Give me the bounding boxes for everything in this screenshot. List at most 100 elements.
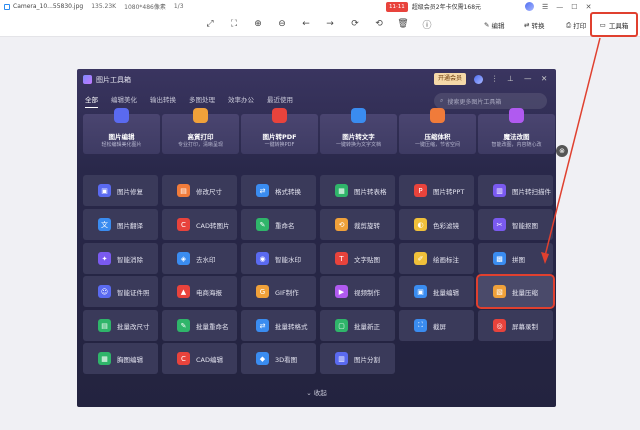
feature-card[interactable]: 高質打印 专业打印，清晰呈现 bbox=[162, 108, 239, 154]
feature-card-icon bbox=[193, 108, 208, 123]
delete-icon[interactable]: 🗑 bbox=[396, 17, 410, 31]
tab-recent[interactable]: 最近使用 bbox=[267, 93, 293, 108]
tool-tile[interactable]: ✎ 重命名 bbox=[241, 209, 316, 240]
tool-tile[interactable]: ✎ 批量重命名 bbox=[162, 310, 237, 341]
tool-tile[interactable]: ▶ 视频制作 bbox=[320, 276, 395, 307]
feature-card[interactable]: 压缩体积 一键压缩，节省空间 bbox=[399, 108, 476, 154]
convert-icon: ⇄ bbox=[524, 21, 530, 29]
tool-tile[interactable]: ⇄ 格式转换 bbox=[241, 175, 316, 206]
tool-tile[interactable]: T 文字贴图 bbox=[320, 243, 395, 274]
search-input[interactable]: ⌕ 搜索更多图片工具箱 bbox=[434, 93, 547, 109]
menu-icon[interactable]: ☰ bbox=[542, 3, 548, 11]
tool-label: 色彩滤镜 bbox=[433, 221, 459, 230]
tool-label: 屏幕录制 bbox=[512, 322, 538, 331]
search-icon: ⌕ bbox=[440, 97, 444, 104]
tool-tile[interactable]: ▦ 图片转表格 bbox=[320, 175, 395, 206]
feature-card[interactable]: 图片转文字 一键转换为文字文档 bbox=[320, 108, 397, 154]
tool-tile[interactable]: ▲ 电商海报 bbox=[162, 276, 237, 307]
tool-tile[interactable]: ◈ 去水印 bbox=[162, 243, 237, 274]
dialog-minimize-icon[interactable]: — bbox=[524, 74, 532, 83]
close-icon[interactable]: ✕ bbox=[586, 3, 592, 11]
tab-multi[interactable]: 多图处理 bbox=[189, 93, 215, 108]
feature-card[interactable]: 图片编辑 轻松编辑美化图片 bbox=[83, 108, 160, 154]
tool-tile[interactable]: ✂ 智能抠图 bbox=[478, 209, 553, 240]
actual-size-icon[interactable]: ⛶ bbox=[227, 17, 241, 31]
toolbox-logo-icon bbox=[83, 75, 92, 84]
tool-icon: ▢ bbox=[335, 319, 348, 332]
tool-tile[interactable]: ⟲ 裁剪旋转 bbox=[320, 209, 395, 240]
tool-label: 修改尺寸 bbox=[196, 187, 222, 196]
fit-icon[interactable]: ⤢ bbox=[203, 17, 217, 31]
zoom-out-icon[interactable]: ⊖ bbox=[275, 17, 289, 31]
promo-banner[interactable]: 11·11 超级会员2年卡仅需168元 bbox=[386, 0, 481, 13]
feature-card[interactable]: 图片转PDF 一键转换PDF bbox=[241, 108, 318, 154]
rotate-icon[interactable]: ⟳ bbox=[348, 17, 362, 31]
tool-tile[interactable]: ▩ 拼图 bbox=[478, 243, 553, 274]
tool-tile[interactable]: ✐ 绘画标注 bbox=[399, 243, 474, 274]
tool-tile[interactable]: ⛶ 截屏 bbox=[399, 310, 474, 341]
edit-button[interactable]: ✎ 编辑 bbox=[484, 20, 504, 30]
tool-label: 3D看图 bbox=[275, 355, 298, 364]
tool-tile[interactable]: ☺ 智能证件照 bbox=[83, 276, 158, 307]
tool-tile[interactable]: 文图片翻译 bbox=[83, 209, 158, 240]
tab-office[interactable]: 效率办公 bbox=[228, 93, 254, 108]
tool-tile[interactable]: ◉ 智能水印 bbox=[241, 243, 316, 274]
print-button[interactable]: ⎙ 打印 bbox=[566, 20, 586, 31]
tool-tile[interactable]: G GIF制作 bbox=[241, 276, 316, 307]
tool-label: 去水印 bbox=[196, 255, 216, 264]
tab-all[interactable]: 全部 bbox=[85, 93, 98, 108]
toolbox-dialog: 图片工具箱 开通会员 ⋮ ⊥ — ✕ 全部 编辑美化 输出转换 多图处理 效率办… bbox=[77, 69, 556, 407]
dialog-tabs: 全部 编辑美化 输出转换 多图处理 效率办公 最近使用 bbox=[85, 93, 293, 108]
edit-icon: ✎ bbox=[484, 21, 490, 29]
tool-tile[interactable]: ◆ 3D看图 bbox=[241, 343, 316, 374]
tool-icon: ⛶ bbox=[414, 319, 427, 332]
minimize-icon[interactable]: — bbox=[556, 3, 563, 11]
tool-tile[interactable]: ▥ 图片转扫描件 bbox=[478, 175, 553, 206]
pin-icon[interactable]: ⊥ bbox=[507, 74, 514, 83]
feature-card[interactable]: 魔法改图 智能改图，内容随心改 bbox=[478, 108, 555, 154]
info-icon[interactable]: ⓘ bbox=[420, 17, 434, 31]
tool-tile[interactable]: ◎ 屏幕录制 bbox=[478, 310, 553, 341]
collapse-button[interactable]: ⌄ 收起 bbox=[77, 387, 556, 397]
convert-button[interactable]: ⇄ 转换 bbox=[524, 20, 544, 30]
tab-edit[interactable]: 编辑美化 bbox=[111, 93, 137, 108]
tool-tile[interactable]: C CAD编辑 bbox=[162, 343, 237, 374]
tool-tile[interactable]: ⇄ 批量转格式 bbox=[241, 310, 316, 341]
tool-tile[interactable]: ▢ 批量新正 bbox=[320, 310, 395, 341]
toolbox-button[interactable]: ▭ 工具箱 bbox=[590, 12, 638, 37]
prev-icon[interactable]: ← bbox=[299, 17, 313, 31]
tool-tile[interactable]: ▥ 图片分割 bbox=[320, 343, 395, 374]
tool-tile[interactable]: ▣ 批量编辑 bbox=[399, 276, 474, 307]
tool-tile[interactable]: ▣ 图片修复 bbox=[83, 175, 158, 206]
tool-icon: ▣ bbox=[98, 184, 111, 197]
zoom-in-icon[interactable]: ⊕ bbox=[251, 17, 265, 31]
tool-tile[interactable]: ✦ 智能消除 bbox=[83, 243, 158, 274]
maximize-icon[interactable]: ☐ bbox=[571, 3, 577, 11]
tool-tile[interactable]: ◐ 色彩滤镜 bbox=[399, 209, 474, 240]
tool-label: 裁剪旋转 bbox=[354, 221, 380, 230]
avatar[interactable] bbox=[525, 2, 534, 11]
tool-icon: ▤ bbox=[177, 184, 190, 197]
tab-convert[interactable]: 输出转换 bbox=[150, 93, 176, 108]
dialog-close-icon[interactable]: ✕ bbox=[541, 74, 547, 83]
tool-tile[interactable]: C CAD转图片 bbox=[162, 209, 237, 240]
dialog-title: 图片工具箱 bbox=[96, 75, 131, 84]
tool-label: 图片转表格 bbox=[354, 187, 387, 196]
drag-handle-icon[interactable]: ⊗ bbox=[556, 145, 568, 157]
tool-tile[interactable]: ▧ 批量压缩 bbox=[476, 274, 555, 309]
tool-icon: C bbox=[177, 352, 190, 365]
tool-icon: ☺ bbox=[98, 285, 111, 298]
main-toolbar: ⤢ ⛶ ⊕ ⊖ ← → ⟳ ⟲ 🗑 ⓘ ✎ 编辑 ⇄ 转换 ⎙ 打印 bbox=[0, 13, 640, 37]
feature-card-title: 图片转PDF bbox=[262, 133, 297, 141]
next-icon[interactable]: → bbox=[323, 17, 337, 31]
tool-icon: 文 bbox=[98, 218, 111, 231]
promo-text: 超级会员2年卡仅需168元 bbox=[411, 4, 482, 11]
tool-tile[interactable]: ▤ 批量改尺寸 bbox=[83, 310, 158, 341]
tool-tile[interactable]: ▤ 修改尺寸 bbox=[162, 175, 237, 206]
dialog-avatar[interactable] bbox=[474, 75, 483, 84]
tool-tile[interactable]: ▦ 胸图编辑 bbox=[83, 343, 158, 374]
dialog-menu-icon[interactable]: ⋮ bbox=[491, 74, 499, 83]
rotate-left-icon[interactable]: ⟲ bbox=[372, 17, 386, 31]
tool-tile[interactable]: P 图片转PPT bbox=[399, 175, 474, 206]
vip-button[interactable]: 开通会员 bbox=[434, 73, 467, 85]
